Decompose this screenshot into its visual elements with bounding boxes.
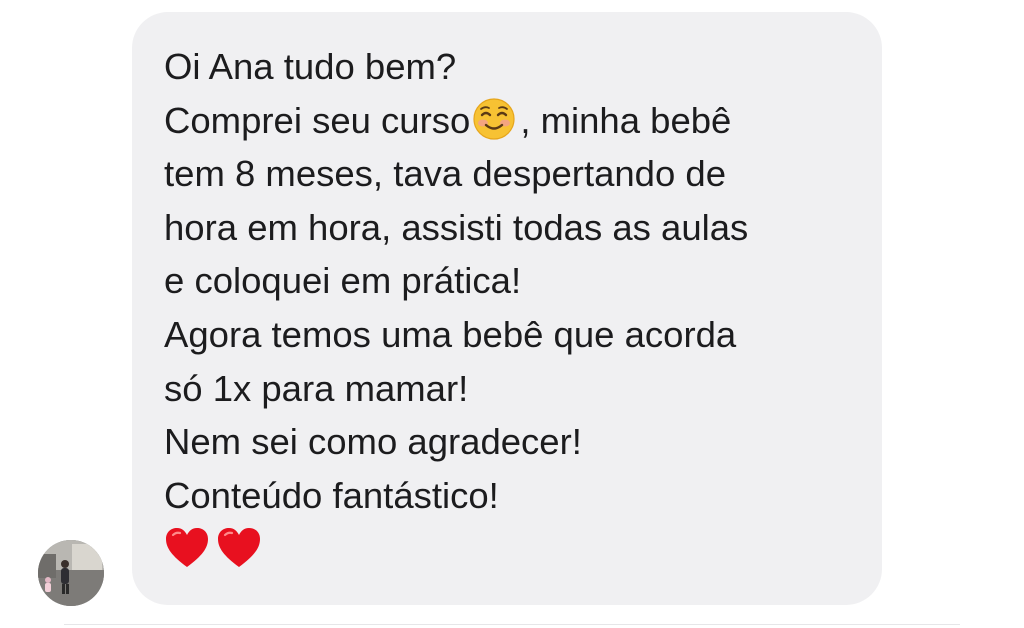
message-line: e coloquei em prática!: [164, 260, 522, 302]
heart-icon: [218, 528, 260, 568]
heart-icon: [166, 528, 208, 568]
heart-reactions: [164, 526, 852, 572]
message-text: , minha bebê: [520, 99, 732, 141]
message-line: tem 8 meses, tava despertando de: [164, 153, 727, 195]
smiling-face-icon: [473, 97, 515, 140]
message-line: só 1x para mamar!: [164, 367, 469, 409]
message-bubble[interactable]: Oi Ana tudo bem? Comprei seu curso , minh…: [132, 12, 882, 605]
sender-avatar[interactable]: [38, 540, 104, 606]
message-line: Conteúdo fantástico!: [164, 474, 499, 516]
message-row: Oi Ana tudo bem? Comprei seu curso , minh…: [0, 0, 1024, 628]
divider: [64, 624, 960, 625]
message-line: Oi Ana tudo bem?: [164, 46, 457, 87]
message-line: hora em hora, assisti todas as aulas: [164, 206, 749, 248]
message-line: Agora temos uma bebê que acorda: [164, 313, 737, 355]
message-line: Nem sei como agradecer!: [164, 421, 582, 463]
message-text: Comprei seu curso: [164, 99, 471, 141]
message-line: Comprei seu curso , minha bebê: [164, 94, 852, 148]
